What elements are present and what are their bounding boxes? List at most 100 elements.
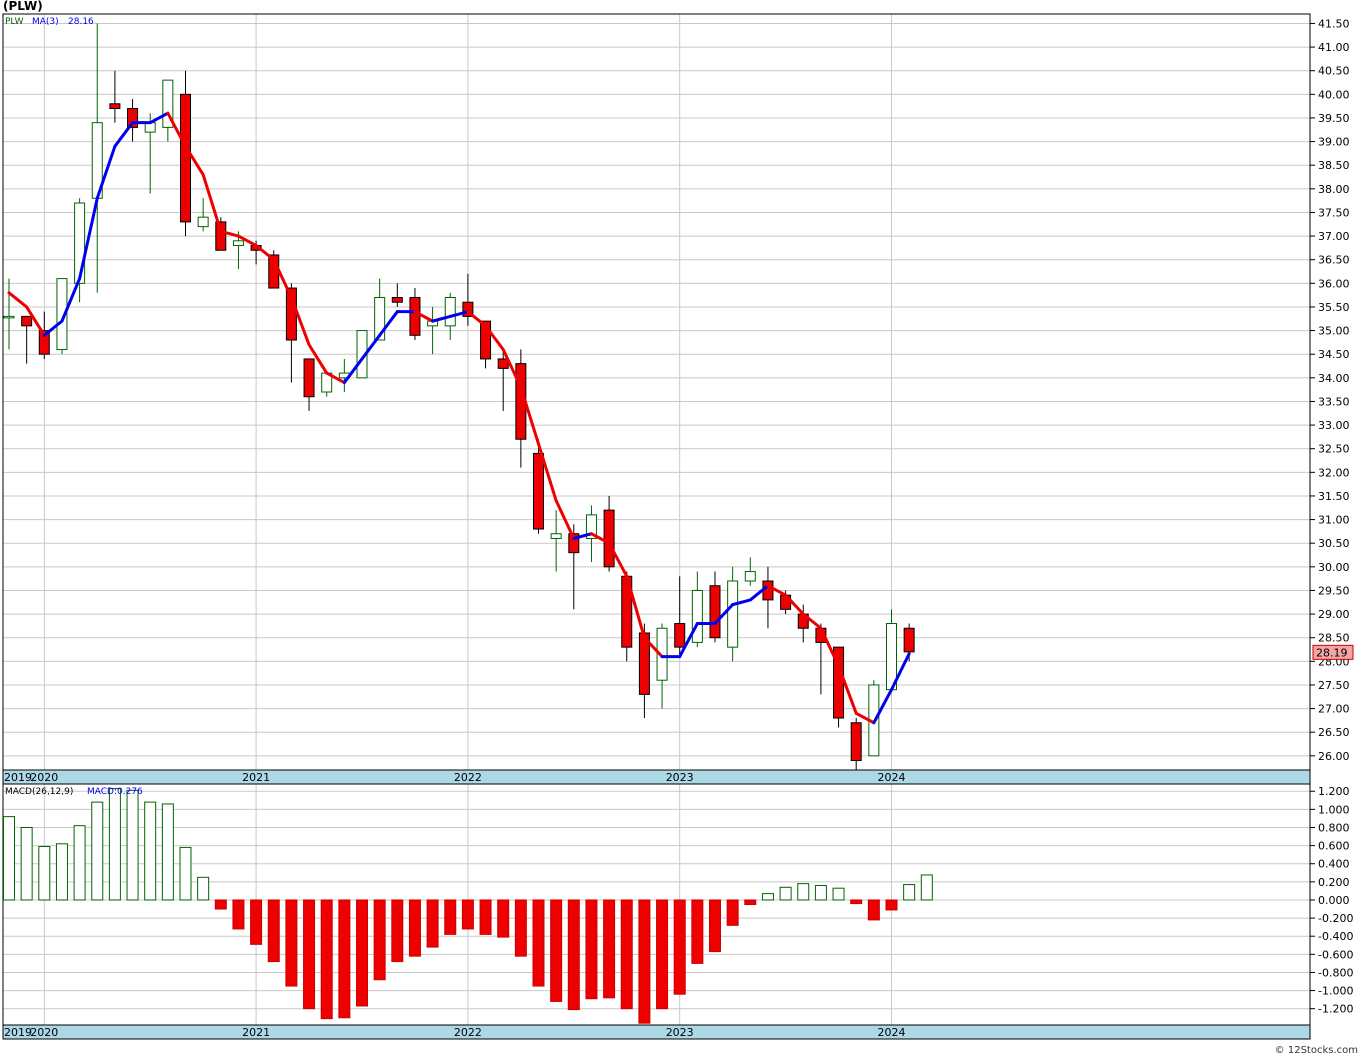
macd-bar xyxy=(585,899,598,1000)
price-panel-border xyxy=(2,13,1311,771)
macd-bar xyxy=(108,788,121,901)
candle-body xyxy=(709,585,721,639)
macd-bar xyxy=(497,899,510,938)
legend-ma: MA(3) xyxy=(32,17,59,27)
year-label: 2020 xyxy=(30,1026,58,1039)
ma3-segment xyxy=(254,244,276,262)
candle-body xyxy=(444,297,456,327)
macd-tick-label: 0.800 xyxy=(1318,821,1350,834)
candle-body xyxy=(409,297,421,336)
candle-body xyxy=(744,571,756,582)
macd-bar xyxy=(920,874,933,901)
year-label: 2021 xyxy=(242,771,270,784)
candle-body xyxy=(180,93,191,223)
year-label: 2022 xyxy=(454,771,482,784)
macd-bar xyxy=(320,899,333,1020)
macd-tick-label: 0.400 xyxy=(1318,858,1350,871)
macd-tick-label: -0.200 xyxy=(1318,912,1353,925)
macd-bar xyxy=(673,899,686,995)
macd-date-axis-band xyxy=(2,1024,1311,1040)
price-tick-label: 41.50 xyxy=(1318,17,1350,30)
price-tick-label: 30.00 xyxy=(1318,561,1350,574)
macd-tick-label: -0.400 xyxy=(1318,930,1353,943)
price-tick-label: 31.00 xyxy=(1318,514,1350,527)
year-label: 2022 xyxy=(454,1026,482,1039)
price-tick-label: 27.50 xyxy=(1318,679,1350,692)
price-tick-label: 35.50 xyxy=(1318,301,1350,314)
price-tick-label: 39.50 xyxy=(1318,112,1350,125)
macd-bar xyxy=(179,846,192,901)
price-tick-label: 31.50 xyxy=(1318,490,1350,503)
macd-bar xyxy=(656,899,669,1010)
candle-body xyxy=(533,452,544,530)
macd-bar xyxy=(3,816,15,901)
macd-bar xyxy=(638,899,651,1024)
macd-bar xyxy=(779,886,792,901)
price-gridlines xyxy=(3,14,1310,770)
macd-bar xyxy=(126,789,139,901)
macd-legend-value: MACD:0.276 xyxy=(87,787,143,797)
macd-bar xyxy=(867,899,880,921)
macd-bar xyxy=(38,846,51,901)
macd-tick-label: 0.200 xyxy=(1318,876,1350,889)
price-tick-label: 33.50 xyxy=(1318,395,1350,408)
chart-title: (PLW) xyxy=(3,0,43,13)
candle-body xyxy=(727,580,739,648)
year-label: 2019 xyxy=(4,771,32,784)
candle-body xyxy=(674,623,686,648)
macd-bar xyxy=(91,801,104,901)
macd-bar xyxy=(144,801,157,901)
legend-ma-value: 28.16 xyxy=(68,17,94,27)
price-tick-label: 40.50 xyxy=(1318,65,1350,78)
ma3-segment xyxy=(113,121,135,148)
price-tick-label: 29.00 xyxy=(1318,608,1350,621)
macd-tick-label: 1.000 xyxy=(1318,803,1350,816)
macd-bar xyxy=(832,887,845,901)
year-label: 2021 xyxy=(242,1026,270,1039)
price-tick-label: 35.00 xyxy=(1318,325,1350,338)
macd-bar xyxy=(303,899,316,1010)
year-label: 2019 xyxy=(4,1026,32,1039)
candle-body xyxy=(215,221,227,251)
year-label: 2020 xyxy=(30,771,58,784)
macd-tick-label: -1.000 xyxy=(1318,985,1353,998)
ma3-segment xyxy=(466,310,488,328)
year-label: 2024 xyxy=(878,771,906,784)
macd-bar xyxy=(603,899,616,999)
macd-tick-label: 0.000 xyxy=(1318,894,1350,907)
macd-bar xyxy=(285,899,298,987)
stock-chart: 26.0026.5027.0027.5028.0028.5029.0029.50… xyxy=(2,13,1354,1040)
price-date-axis-band xyxy=(2,769,1311,785)
macd-bar xyxy=(426,899,439,948)
price-tick-label: 37.50 xyxy=(1318,206,1350,219)
last-price-label: 28.19 xyxy=(1316,646,1348,659)
price-tick-label: 30.50 xyxy=(1318,537,1350,550)
last-price-marker: 28.19 xyxy=(1312,644,1354,660)
legend-symbol: PLW xyxy=(5,17,24,27)
macd-bar xyxy=(726,899,739,926)
price-tick-label: 32.50 xyxy=(1318,443,1350,456)
price-tick-label: 27.00 xyxy=(1318,703,1350,716)
price-tick-label: 38.50 xyxy=(1318,159,1350,172)
macd-legend-label: MACD(26,12,9) xyxy=(5,787,74,797)
candle-body xyxy=(232,240,244,247)
macd-bar xyxy=(391,899,404,963)
macd-bar xyxy=(161,803,174,901)
candle-body xyxy=(21,315,33,327)
macd-bar xyxy=(408,899,421,957)
macd-bar xyxy=(55,843,68,901)
macd-bar xyxy=(373,899,386,981)
macd-bar xyxy=(461,899,474,930)
macd-bar xyxy=(444,899,457,935)
ma3-line xyxy=(7,111,911,725)
price-tick-label: 39.00 xyxy=(1318,136,1350,149)
macd-tick-label: -1.200 xyxy=(1318,1003,1353,1016)
macd-bar xyxy=(744,899,757,905)
macd-bar xyxy=(567,899,580,1011)
price-tick-label: 34.00 xyxy=(1318,372,1350,385)
candle-body xyxy=(109,103,121,110)
macd-bar xyxy=(620,899,633,1010)
macd-tick-label: -0.800 xyxy=(1318,966,1353,979)
price-tick-label: 26.50 xyxy=(1318,726,1350,739)
candlestick-series xyxy=(3,23,915,770)
